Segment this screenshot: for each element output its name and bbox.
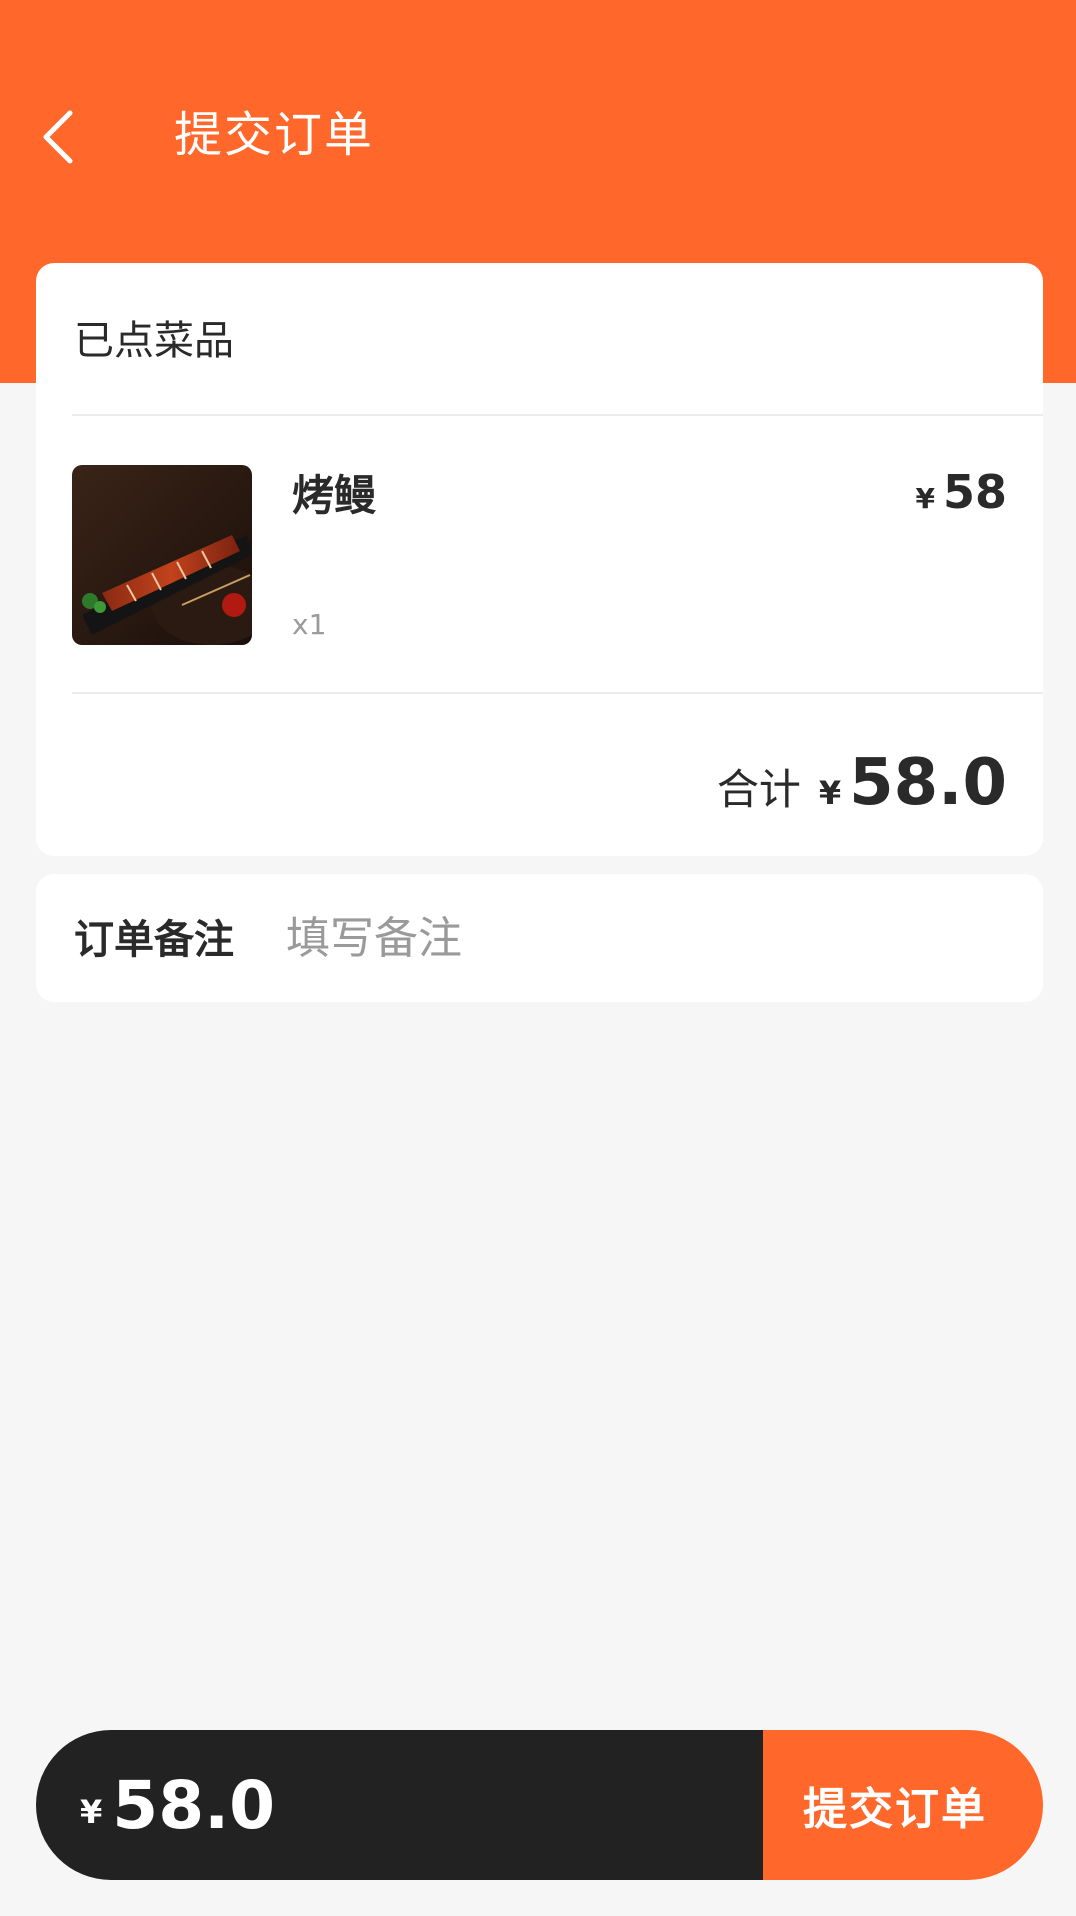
chevron-left-icon bbox=[43, 110, 73, 164]
checkout-amount: 58.0 bbox=[112, 1766, 276, 1844]
page-title: 提交订单 bbox=[174, 107, 375, 163]
total-amount: 58.0 bbox=[849, 746, 1007, 820]
ordered-dishes-card: 已点菜品 烤鳗 x1 ¥ 58 合计 ¥ 58.0 bbox=[36, 263, 1043, 856]
notes-input[interactable] bbox=[286, 900, 1006, 976]
dish-name: 烤鳗 bbox=[292, 471, 377, 520]
submit-order-button[interactable]: 提交订单 bbox=[763, 1730, 1043, 1880]
currency-symbol: ¥ bbox=[818, 774, 842, 812]
grilled-eel-thumbnail bbox=[72, 465, 252, 645]
checkout-total: ¥ 58.0 bbox=[36, 1730, 763, 1880]
notes-label: 订单备注 bbox=[74, 917, 234, 963]
section-title: 已点菜品 bbox=[74, 318, 234, 364]
divider bbox=[72, 692, 1043, 694]
dish-price-value: 58 bbox=[942, 465, 1007, 519]
dish-quantity: x1 bbox=[292, 608, 327, 641]
checkout-bar: ¥ 58.0 提交订单 bbox=[36, 1730, 1043, 1880]
currency-symbol: ¥ bbox=[80, 1793, 103, 1831]
submit-order-screen: 提交订单 已点菜品 烤鳗 x1 ¥ 58 合计 ¥ 58.0 订单备注 填写备注… bbox=[0, 0, 1076, 1916]
dish-price: ¥ 58 bbox=[916, 465, 1008, 519]
order-notes-card: 订单备注 bbox=[36, 874, 1043, 1002]
order-total: 合计 ¥ 58.0 bbox=[717, 743, 1007, 823]
currency-symbol: ¥ bbox=[915, 482, 935, 515]
divider bbox=[72, 414, 1043, 416]
dish-image bbox=[72, 465, 252, 645]
total-label: 合计 bbox=[716, 765, 801, 814]
back-button[interactable] bbox=[26, 100, 90, 174]
